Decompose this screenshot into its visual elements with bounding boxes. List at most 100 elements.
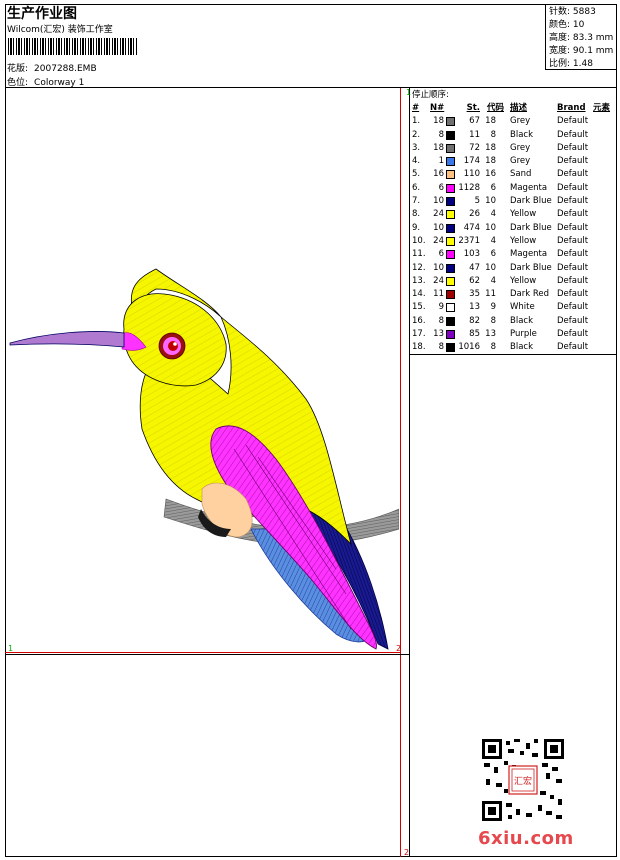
design-label: 花版: <box>7 64 29 74</box>
table-header-row: # N# St. 代码 描述 Brand 元素 <box>412 102 617 115</box>
row-code: 11 <box>485 289 496 300</box>
row-code: 8 <box>490 129 496 140</box>
row-stitches: 82 <box>469 315 480 326</box>
row-code: 4 <box>490 235 496 246</box>
row-description: Magenta <box>510 182 548 193</box>
stop-sequence-table: 停止顺序: # N# St. 代码 描述 Brand 元素 1. 18 67 18 Gr… <box>412 89 617 355</box>
row-brand: Default <box>557 182 589 193</box>
row-brand: Default <box>557 196 589 207</box>
site-watermark: 6xiu.com <box>478 828 574 849</box>
design-scale: 比例: 1.48 <box>549 59 593 69</box>
table-row: 17. 13 85 13 Purple Default <box>412 328 617 341</box>
row-color-swatch <box>446 236 455 246</box>
row-index: 8. <box>412 209 421 220</box>
row-description: Grey <box>510 156 531 167</box>
row-description: Magenta <box>510 249 548 260</box>
row-code: 18 <box>485 156 496 167</box>
table-row: 8. 24 26 4 Yellow Default <box>412 208 617 221</box>
table-row: 14. 11 35 11 Dark Red Default <box>412 288 617 301</box>
row-color-swatch <box>446 143 455 153</box>
row-brand: Default <box>557 209 589 220</box>
row-brand: Default <box>557 315 589 326</box>
row-color-swatch <box>446 170 455 180</box>
table-row: 2. 8 11 8 Black Default <box>412 129 617 142</box>
row-color-swatch <box>446 223 455 233</box>
row-code: 13 <box>485 329 496 340</box>
table-row: 10. 24 2371 4 Yellow Default <box>412 235 617 248</box>
row-index: 13. <box>412 275 426 286</box>
row-brand: Default <box>557 329 589 340</box>
table-row: 6. 6 1128 6 Magenta Default <box>412 182 617 195</box>
row-stitches: 26 <box>469 209 480 220</box>
row-color-swatch <box>446 330 455 340</box>
row-brand: Default <box>557 262 589 273</box>
row-stitches: 110 <box>463 169 480 180</box>
stats-box: 针数: 5883 颜色: 10 高度: 83.3 mm 宽度: 90.1 mm … <box>545 4 617 70</box>
row-description: Dark Blue <box>510 222 552 233</box>
row-stitches: 47 <box>469 262 480 273</box>
row-color-swatch <box>446 276 455 286</box>
row-color-swatch <box>446 197 455 207</box>
row-index: 18. <box>412 342 426 353</box>
row-code: 10 <box>485 196 496 207</box>
row-description: White <box>510 302 535 313</box>
marker-green-left: 1 <box>8 644 14 653</box>
row-brand: Default <box>557 342 589 353</box>
header-brand: Brand <box>557 103 586 113</box>
design-line: 花版: 2007288.EMB <box>7 61 97 74</box>
row-needle: 24 <box>433 209 444 220</box>
qr-stamp-text: 汇宏 <box>514 775 532 787</box>
header-idx: # <box>412 103 420 113</box>
table-row: 3. 18 72 18 Grey Default <box>412 142 617 155</box>
row-stitches: 474 <box>463 222 480 233</box>
row-needle: 9 <box>438 302 444 313</box>
row-needle: 6 <box>438 182 444 193</box>
table-row: 5. 16 110 16 Sand Default <box>412 168 617 181</box>
row-color-swatch <box>446 263 455 273</box>
header-needle: N# <box>430 103 445 113</box>
stitch-count: 针数: 5883 <box>549 7 596 17</box>
table-row: 18. 8 1016 8 Black Default <box>412 341 617 354</box>
horizontal-black-divider <box>5 654 410 655</box>
hummingbird-artwork <box>9 268 399 650</box>
row-description: Sand <box>510 169 532 180</box>
row-index: 10. <box>412 235 426 246</box>
row-code: 6 <box>490 182 496 193</box>
row-color-swatch <box>446 250 455 260</box>
table-row: 1. 18 67 18 Grey Default <box>412 115 617 128</box>
design-width: 宽度: 90.1 mm <box>549 46 614 56</box>
row-code: 10 <box>485 262 496 273</box>
row-needle: 10 <box>433 196 444 207</box>
row-brand: Default <box>557 249 589 260</box>
header-stitches: St. <box>466 103 480 113</box>
row-color-swatch <box>446 210 455 220</box>
color-count: 颜色: 10 <box>549 20 585 30</box>
row-code: 18 <box>485 116 496 127</box>
row-stitches: 1016 <box>458 342 480 353</box>
row-index: 5. <box>412 169 421 180</box>
row-needle: 24 <box>433 235 444 246</box>
row-brand: Default <box>557 142 589 153</box>
row-color-swatch <box>446 316 455 326</box>
header-divider <box>5 87 617 88</box>
table-row: 4. 1 174 18 Grey Default <box>412 155 617 168</box>
row-description: Yellow <box>510 275 537 286</box>
row-index: 1. <box>412 116 421 127</box>
horizontal-red-guide <box>5 652 401 653</box>
stop-sequence-title: 停止顺序: <box>412 90 449 100</box>
row-index: 14. <box>412 289 426 300</box>
row-index: 6. <box>412 182 421 193</box>
row-brand: Default <box>557 169 589 180</box>
design-height: 高度: 83.3 mm <box>549 33 614 43</box>
row-description: Yellow <box>510 209 537 220</box>
row-brand: Default <box>557 289 589 300</box>
marker-red-bottom: 2 <box>404 848 410 857</box>
row-color-swatch <box>446 343 455 353</box>
table-row: 9. 10 474 10 Dark Blue Default <box>412 222 617 235</box>
row-code: 8 <box>490 315 496 326</box>
row-code: 4 <box>490 209 496 220</box>
page-title: 生产作业图 <box>7 6 77 22</box>
row-stitches: 103 <box>463 249 480 260</box>
row-brand: Default <box>557 116 589 127</box>
row-color-swatch <box>446 183 455 193</box>
